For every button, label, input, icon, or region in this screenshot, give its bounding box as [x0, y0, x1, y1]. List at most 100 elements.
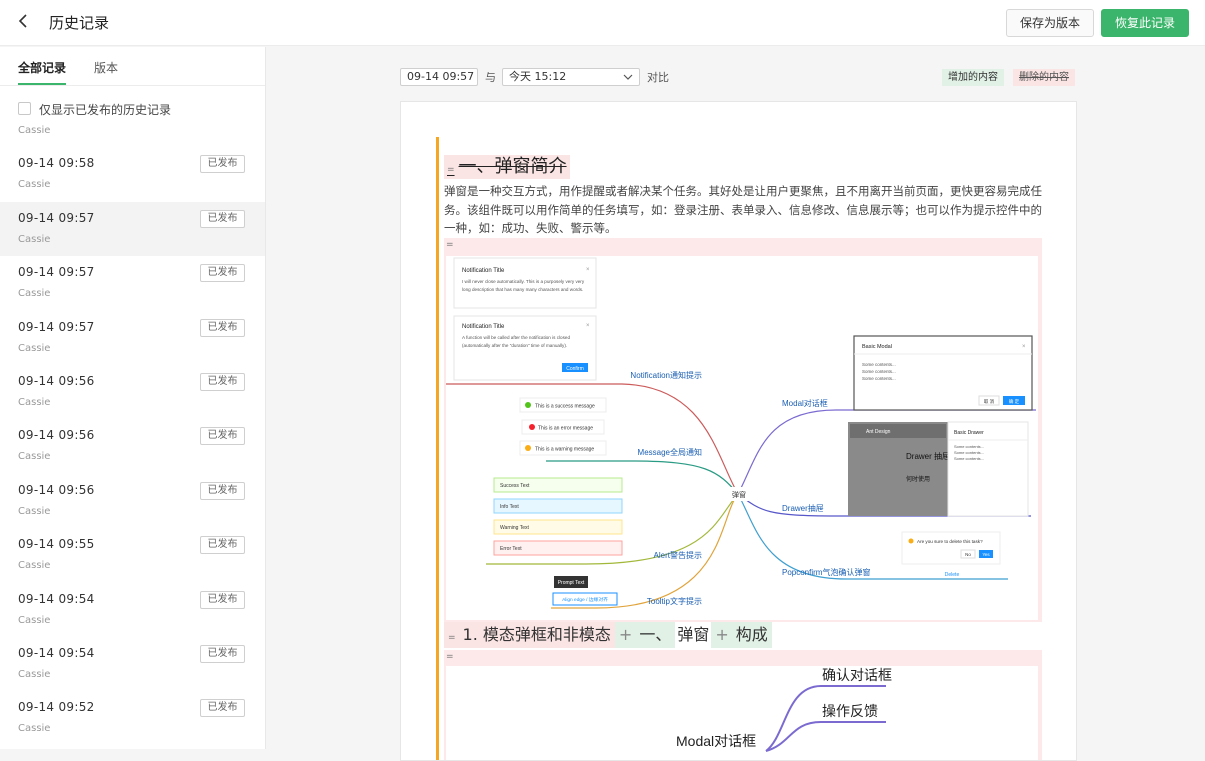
published-badge: 已发布 — [200, 590, 245, 609]
message-error: This is an error message — [538, 426, 593, 432]
history-item-user: Cassie — [18, 451, 51, 463]
branch-tooltip-label: Tooltip文字提示 — [647, 596, 702, 606]
popconfirm-no: No — [965, 552, 971, 557]
history-item[interactable]: 09-14 09:58Cassie已发布 — [0, 121, 265, 147]
tooltip-align-button: Align edge / 边缘对齐 — [562, 596, 608, 603]
modal-sample: Basic Modal × Some contents... Some cont… — [853, 335, 1033, 411]
branch-confirm-dialog: 确认对话框 — [822, 667, 892, 683]
tab-versions[interactable]: 版本 — [94, 59, 118, 76]
history-item[interactable]: 09-14 09:54 Cassie 已发布 — [0, 637, 265, 691]
history-item-time: 09-14 09:56 — [18, 428, 95, 443]
document-diff-view[interactable]: = 一、弹窗简介 弹窗是一种交互方式，用作提醒或者解决某个任务。其好处是让用户更聚… — [400, 101, 1077, 761]
modal-content-line: Some contents... — [862, 369, 896, 374]
history-item[interactable]: 09-14 09:57 Cassie 已发布 — [0, 256, 265, 310]
published-only-label: 仅显示已发布的历史记录 — [39, 103, 172, 117]
published-badge: 已发布 — [200, 644, 245, 663]
history-item[interactable]: 09-14 09:56 Cassie 已发布 — [0, 365, 265, 419]
compare-with-label: 与 — [485, 71, 496, 84]
added-marker-icon: + — [618, 625, 633, 644]
popconfirm-text: Are you sure to delete this task? — [917, 539, 983, 544]
deleted-marker-icon: = — [448, 633, 456, 643]
modal-title: Basic Modal — [862, 344, 892, 350]
history-item-user: Cassie — [18, 233, 51, 245]
history-item-user: Cassie — [18, 179, 51, 191]
notification-card-2: Notification Title × A function will be … — [453, 315, 597, 381]
drawer-sample: Ant Design Drawer 抽屉 何时使用 Basic Drawer S… — [848, 421, 1029, 517]
compare-to-value: 今天 15:12 — [509, 70, 567, 83]
branch-message-label: Message全局通知 — [638, 447, 702, 457]
drawer-content-line: Some contents... — [954, 450, 984, 455]
mindmap-center-label: 弹窗 — [732, 490, 746, 499]
history-item[interactable]: 09-14 09:56 Cassie 已发布 — [0, 474, 265, 528]
compare-to-select[interactable]: 今天 15:12 — [502, 68, 640, 86]
history-item[interactable]: 09-14 09:57 Cassie 已发布 — [0, 311, 265, 365]
heading-deleted-text: 1. 模态弹框和非模态 — [462, 625, 611, 644]
drawer-when-label: 何时使用 — [906, 475, 930, 483]
branch-popconfirm-label: Popconfirm气泡确认弹窗 — [782, 567, 870, 577]
branch-alert-label: Alert警告提示 — [654, 550, 702, 560]
history-list-inner: 09-14 09:58Cassie已发布09-14 09:58Cassie已发布… — [0, 121, 265, 746]
tab-all-records[interactable]: 全部记录 — [18, 59, 66, 76]
modal-content-line: Some contents... — [862, 376, 896, 381]
history-item[interactable]: 09-14 09:58Cassie已发布 — [0, 147, 265, 201]
deleted-marker-icon: = — [446, 652, 454, 662]
drawer-content-line: Some contents... — [954, 456, 984, 461]
history-item-time: 09-14 09:56 — [18, 482, 95, 497]
history-item-user: Cassie — [18, 125, 51, 136]
history-sidebar: 全部记录 版本 仅显示已发布的历史记录 09-14 09:58 Cassie 已发布… — [0, 47, 266, 749]
added-marker-icon: + — [715, 625, 729, 644]
history-item-user: Cassie — [18, 614, 51, 626]
modal-content-line: Some contents... — [862, 362, 896, 367]
close-icon: × — [586, 323, 590, 329]
history-item[interactable]: 09-14 09:56 Cassie 已发布 — [0, 419, 265, 473]
history-item[interactable]: 09-14 09:55 Cassie 已发布 — [0, 528, 265, 582]
deleted-marker-icon: = — [446, 240, 454, 250]
change-indicator-bar — [436, 137, 439, 760]
history-item-time: 09-14 09:57 — [18, 319, 95, 334]
published-only-checkbox[interactable] — [18, 102, 31, 115]
deleted-image-block: = 弹窗 Notification通知提示 Message全局通知 Alert警… — [444, 238, 1042, 622]
legend-added: 增加的内容 — [942, 69, 1004, 86]
history-list[interactable]: 09-14 09:58Cassie已发布09-14 09:58Cassie已发布… — [0, 121, 265, 749]
history-item-time: 09-14 09:54 — [18, 591, 95, 606]
published-badge: 已发布 — [200, 209, 245, 228]
heading-added-part: + 一、 — [614, 622, 676, 648]
history-item-time: 09-14 09:57 — [18, 210, 95, 225]
history-item[interactable]: 09-14 09:54 Cassie 已发布 — [0, 583, 265, 637]
history-item-user: Cassie — [18, 560, 51, 572]
heading-added-text: 一、 — [639, 625, 672, 644]
history-item-user: Cassie — [18, 342, 51, 354]
history-item-time: 09-14 09:54 — [18, 645, 95, 660]
history-item-user: Cassie — [18, 288, 51, 300]
alert-success: Success Text — [500, 483, 530, 489]
sidebar-tabs: 全部记录 版本 — [0, 47, 265, 86]
heading-added-part: + 构成 — [711, 622, 772, 648]
chevron-left-icon — [18, 14, 27, 28]
published-badge: 已发布 — [200, 536, 245, 555]
popconfirm-yes: Yes — [982, 552, 990, 557]
alert-error: Error Text — [500, 546, 522, 552]
published-badge: 已发布 — [200, 427, 245, 446]
message-samples: This is a success message This is an err… — [519, 397, 607, 456]
message-warning: This is a warning message — [535, 447, 594, 453]
save-version-button[interactable]: 保存为版本 — [1006, 9, 1094, 37]
compare-from-select[interactable]: 09-14 09:57 — [400, 68, 478, 86]
history-item[interactable]: 09-14 09:52 Cassie 已发布 — [0, 691, 265, 745]
mindmap-image: 弹窗 Notification通知提示 Message全局通知 Alert警告提… — [446, 256, 1038, 620]
drawer-panel-title: Basic Drawer — [954, 430, 984, 436]
history-item-user: Cassie — [18, 723, 51, 735]
active-tab-indicator — [18, 83, 66, 85]
history-item[interactable]: 09-14 09:57 Cassie 已发布 — [0, 201, 265, 257]
history-item-time: 09-14 09:52 — [18, 700, 95, 715]
tooltip-sample: Prompt Text Align edge / 边缘对齐 — [552, 576, 618, 606]
restore-record-button[interactable]: 恢复此记录 — [1101, 9, 1189, 37]
modal-mindmap-image: 确认对话框 操作反馈 Modal对话框 — [446, 666, 1038, 760]
intro-paragraph: 弹窗是一种交互方式，用作提醒或者解决某个任务。其好处是让用户更聚焦，且不用离开当… — [444, 184, 1042, 235]
drawer-brand: Ant Design — [866, 429, 891, 435]
back-button[interactable] — [16, 11, 36, 33]
message-success: This is a success message — [535, 404, 595, 410]
published-badge: 已发布 — [200, 699, 245, 718]
section-heading-diff: = 1. 模态弹框和非模态 + 一、 弹窗 + 构成 — [444, 622, 772, 648]
notification-1-body: I will never close automatically. This i… — [462, 279, 585, 292]
history-item-time: 09-14 09:55 — [18, 537, 95, 552]
